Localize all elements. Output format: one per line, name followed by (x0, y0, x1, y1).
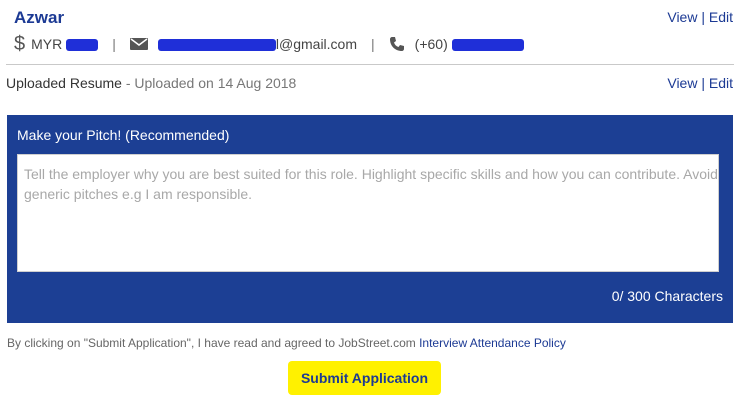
resume-view-link[interactable]: View (667, 75, 697, 91)
phone-prefix: (+60) (414, 36, 448, 52)
character-counter: 0/ 300 Characters (611, 288, 723, 304)
terms-text: By clicking on "Submit Application", I h… (7, 336, 420, 350)
salary-redaction (66, 39, 99, 51)
email-visible-text: l@gmail.com (275, 36, 358, 52)
profile-view-link[interactable]: View (667, 9, 697, 25)
profile-actions: View | Edit (667, 9, 733, 25)
resume-edit-link[interactable]: Edit (709, 75, 733, 91)
terms-notice: By clicking on "Submit Application", I h… (7, 336, 566, 350)
email-redaction (157, 39, 276, 51)
resume-upload-date: - Uploaded on 14 Aug 2018 (121, 75, 297, 91)
phone-icon (389, 36, 405, 52)
contact-separator: | (112, 36, 116, 52)
profile-actions-separator: | (701, 9, 705, 25)
profile-name: Azwar (14, 8, 65, 27)
pitch-title: Make your Pitch! (Recommended) (17, 127, 230, 143)
resume-info: Uploaded Resume - Uploaded on 14 Aug 201… (6, 75, 296, 91)
pitch-textarea[interactable] (17, 154, 719, 272)
contact-row: $ MYR | l@gmail.com | (+60) (14, 32, 524, 55)
envelope-icon (129, 38, 148, 50)
salary-currency: MYR (31, 36, 63, 52)
submit-application-button[interactable]: Submit Application (288, 361, 441, 395)
resume-actions-separator: | (701, 75, 705, 91)
contact-separator: | (371, 36, 375, 52)
resume-actions: View | Edit (667, 75, 733, 91)
profile-edit-link[interactable]: Edit (709, 9, 733, 25)
attendance-policy-link[interactable]: Interview Attendance Policy (419, 336, 566, 350)
phone-redaction (451, 39, 524, 51)
dollar-icon: $ (14, 32, 26, 55)
resume-label: Uploaded Resume (6, 75, 122, 91)
divider (6, 64, 734, 65)
